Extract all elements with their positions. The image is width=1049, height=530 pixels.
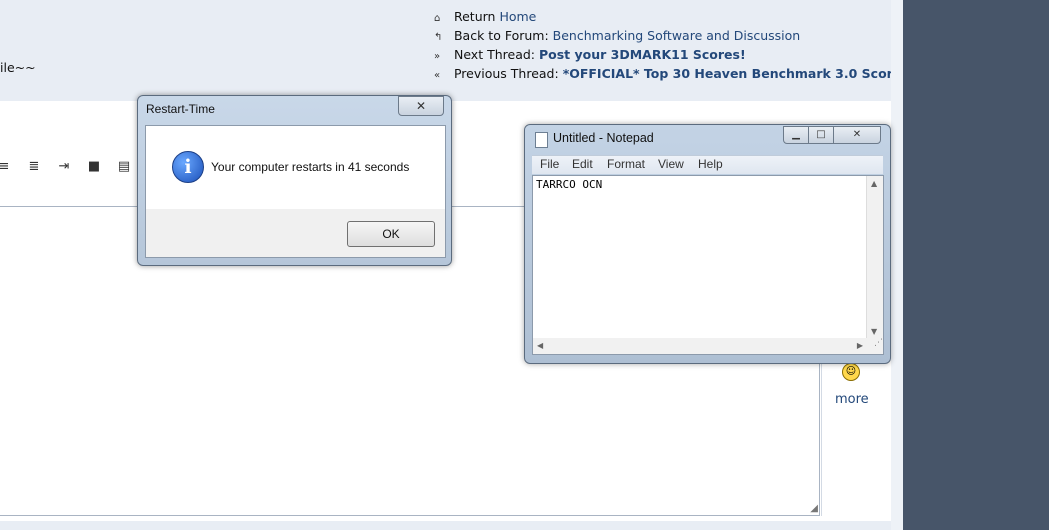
scroll-left-icon[interactable]: ◀ (537, 341, 543, 350)
smiley-icon[interactable]: ☺ (842, 363, 860, 381)
menu-format[interactable]: Format (607, 157, 645, 171)
scroll-up-icon[interactable]: ▲ (871, 179, 877, 188)
quote-icon[interactable]: ■ (86, 159, 102, 175)
forum-link[interactable]: Benchmarking Software and Discussion (553, 28, 801, 43)
indent-icon[interactable]: ⇥ (56, 159, 72, 175)
menu-file[interactable]: File (540, 157, 559, 171)
nav-return-row: ⌂ Return Home (434, 8, 909, 27)
maximize-button[interactable]: □ (808, 126, 834, 144)
notepad-content: TARRCO OCN (536, 178, 603, 191)
minimize-button[interactable]: ▁ (783, 126, 809, 144)
previous-arrow-icon: « (434, 70, 441, 81)
notepad-icon (535, 132, 548, 148)
close-icon: ✕ (852, 129, 862, 140)
restart-dialog: Restart-Time ✕ i Your computer restarts … (137, 95, 452, 266)
menu-bar: File Edit Format View Help (532, 155, 883, 174)
menu-edit[interactable]: Edit (572, 157, 593, 171)
nav-forum-label: Back to Forum: (453, 28, 549, 43)
page-icon[interactable]: ▤ (116, 159, 132, 175)
dialog-message: Your computer restarts in 41 seconds (211, 160, 410, 174)
horizontal-scrollbar[interactable]: ◀ ▶ (532, 338, 868, 355)
page-edge (891, 0, 903, 530)
align-right-icon[interactable]: ≣ (26, 159, 42, 175)
nav-forum-row: ↰ Back to Forum: Benchmarking Software a… (434, 27, 909, 46)
resize-grip-icon[interactable]: ◢ (810, 503, 818, 514)
nav-next-label: Next Thread: (453, 47, 535, 62)
minimize-icon: ▁ (792, 129, 800, 140)
dialog-footer: OK (145, 209, 446, 258)
window-title: Untitled - Notepad (553, 131, 654, 145)
vertical-scrollbar[interactable]: ▲ ▼ (866, 176, 883, 339)
notepad-close-button[interactable]: ✕ (833, 126, 881, 144)
dialog-body: i Your computer restarts in 41 seconds (145, 125, 446, 211)
dialog-close-button[interactable]: ✕ (398, 96, 444, 116)
size-grip-icon[interactable]: ⋰ (866, 338, 884, 355)
thread-navigation: ⌂ Return Home ↰ Back to Forum: Benchmark… (434, 8, 909, 84)
nav-next-row: » Next Thread: Post your 3DMARK11 Scores… (434, 46, 909, 65)
notepad-text-area[interactable]: TARRCO OCN ▲ ▼ (532, 175, 884, 340)
desktop-background (903, 0, 1049, 530)
previous-thread-link[interactable]: *OFFICIAL* Top 30 Heaven Benchmark 3.0 S… (563, 66, 909, 81)
nav-return-label: Return (453, 9, 496, 24)
scroll-down-icon[interactable]: ▼ (871, 327, 877, 336)
truncated-text: ile~~ (0, 60, 36, 75)
align-center-icon[interactable]: ≡ (0, 159, 12, 175)
info-icon: i (172, 151, 204, 183)
dialog-title: Restart-Time (146, 102, 215, 116)
maximize-icon: □ (816, 129, 826, 140)
nav-prev-label: Previous Thread: (453, 66, 559, 81)
close-icon: ✕ (415, 99, 427, 113)
back-arrow-icon: ↰ (434, 32, 443, 43)
notepad-window: Untitled - Notepad ▁ □ ✕ File Edit Forma… (524, 124, 891, 364)
menu-view[interactable]: View (658, 157, 684, 171)
menu-help[interactable]: Help (698, 157, 723, 171)
home-link[interactable]: Home (499, 9, 536, 24)
home-icon: ⌂ (434, 13, 441, 24)
next-arrow-icon: » (434, 51, 441, 62)
ok-button[interactable]: OK (347, 221, 435, 247)
next-thread-link[interactable]: Post your 3DMARK11 Scores! (539, 47, 746, 62)
more-smilies-link[interactable]: more (835, 392, 869, 407)
nav-prev-row: « Previous Thread: *OFFICIAL* Top 30 Hea… (434, 65, 909, 84)
scroll-right-icon[interactable]: ▶ (857, 341, 863, 350)
